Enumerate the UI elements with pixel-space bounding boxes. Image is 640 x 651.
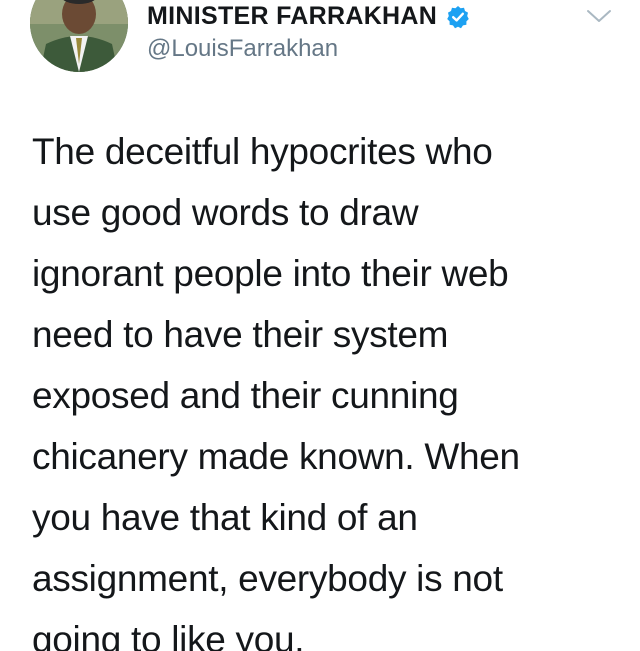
tweet-text-line: exposed and their cunning: [32, 375, 459, 416]
tweet-text-line: use good words to draw: [32, 192, 419, 233]
avatar[interactable]: [30, 0, 128, 72]
tweet-text-line: chicanery made known. When: [32, 436, 520, 477]
chevron-down-icon[interactable]: [585, 6, 613, 26]
author-name-row[interactable]: MINISTER FARRAKHAN: [147, 2, 470, 31]
tweet-text-line: ignorant people into their web: [32, 253, 509, 294]
author-name[interactable]: MINISTER FARRAKHAN: [147, 2, 437, 31]
tweet-text-line: assignment, everybody is not: [32, 558, 503, 599]
tweet-text-line: The deceitful hypocrites who: [32, 131, 493, 172]
verified-badge-icon: [446, 5, 470, 29]
tweet-text: The deceitful hypocrites who use good wo…: [32, 121, 622, 651]
tweet-text-line: need to have their system: [32, 314, 449, 355]
tweet-text-line: you have that kind of an: [32, 497, 418, 538]
tweet-text-line: going to like you.: [32, 619, 305, 651]
tweet-card: MINISTER FARRAKHAN @LouisFarrakhan The d…: [0, 0, 640, 651]
author-handle[interactable]: @LouisFarrakhan: [147, 35, 338, 63]
